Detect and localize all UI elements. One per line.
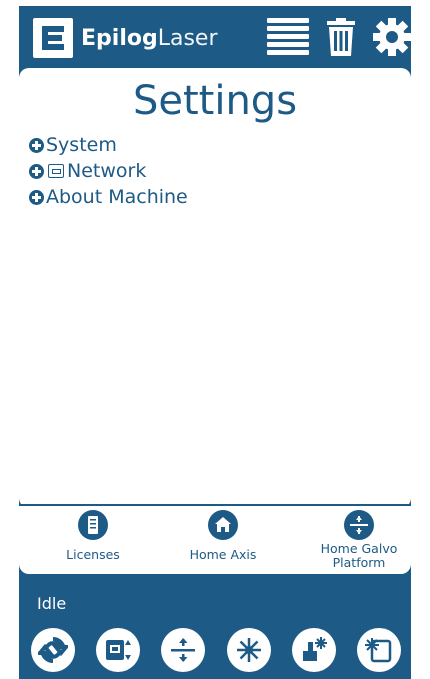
frame-button[interactable]: [356, 628, 401, 672]
bottom-toolbar: [31, 628, 401, 674]
home-galvo-platform-button[interactable]: Home Galvo Platform: [299, 510, 419, 570]
home-galvo-label: Home Galvo Platform: [320, 541, 398, 570]
galvo-home-icon: [344, 510, 374, 540]
home-icon: [208, 510, 238, 540]
status-text: Idle: [37, 594, 67, 613]
licenses-icon: [78, 510, 108, 540]
focus-icon: [302, 637, 327, 661]
expand-plus-icon[interactable]: [29, 189, 44, 205]
refresh-icon: [38, 637, 68, 663]
focus-button[interactable]: [291, 628, 336, 672]
logo-mark-icon: [33, 18, 73, 58]
job-transfer-icon: [106, 640, 132, 660]
laser-icon: [236, 638, 261, 662]
app-window: EpilogLaser Settings System Network Abou…: [19, 6, 411, 679]
job-list-icon[interactable]: [267, 18, 309, 56]
epilog-logo: EpilogLaser: [33, 18, 218, 58]
jog-icon: [171, 638, 196, 662]
settings-item-label: System: [46, 134, 117, 156]
frame-icon: [364, 638, 392, 663]
refresh-button[interactable]: [31, 628, 75, 672]
header-bar: EpilogLaser: [19, 6, 411, 70]
settings-item-system[interactable]: System: [29, 132, 188, 158]
settings-item-label: Network: [67, 160, 147, 182]
expand-plus-icon[interactable]: [29, 137, 44, 153]
quick-tools-strip: Licenses Home Axis Home Galvo Platform: [19, 504, 411, 574]
jog-button[interactable]: [161, 628, 206, 672]
settings-item-about-machine[interactable]: About Machine: [29, 184, 188, 210]
home-axis-button[interactable]: Home Axis: [163, 510, 283, 562]
logo-text: EpilogLaser: [81, 25, 218, 51]
gear-icon[interactable]: [373, 18, 411, 56]
network-icon: [48, 164, 64, 178]
page-title: Settings: [132, 78, 298, 124]
licenses-label: Licenses: [66, 547, 120, 562]
trash-icon[interactable]: [325, 18, 357, 56]
expand-plus-icon[interactable]: [29, 163, 44, 179]
home-axis-label: Home Axis: [189, 547, 257, 562]
licenses-button[interactable]: Licenses: [33, 510, 153, 562]
settings-item-label: About Machine: [46, 186, 188, 208]
settings-list: System Network About Machine: [29, 132, 188, 210]
settings-item-network[interactable]: Network: [29, 158, 188, 184]
laser-button[interactable]: [226, 628, 271, 672]
job-transfer-button[interactable]: [96, 628, 141, 672]
settings-panel: Settings System Network About Machine: [19, 68, 411, 508]
